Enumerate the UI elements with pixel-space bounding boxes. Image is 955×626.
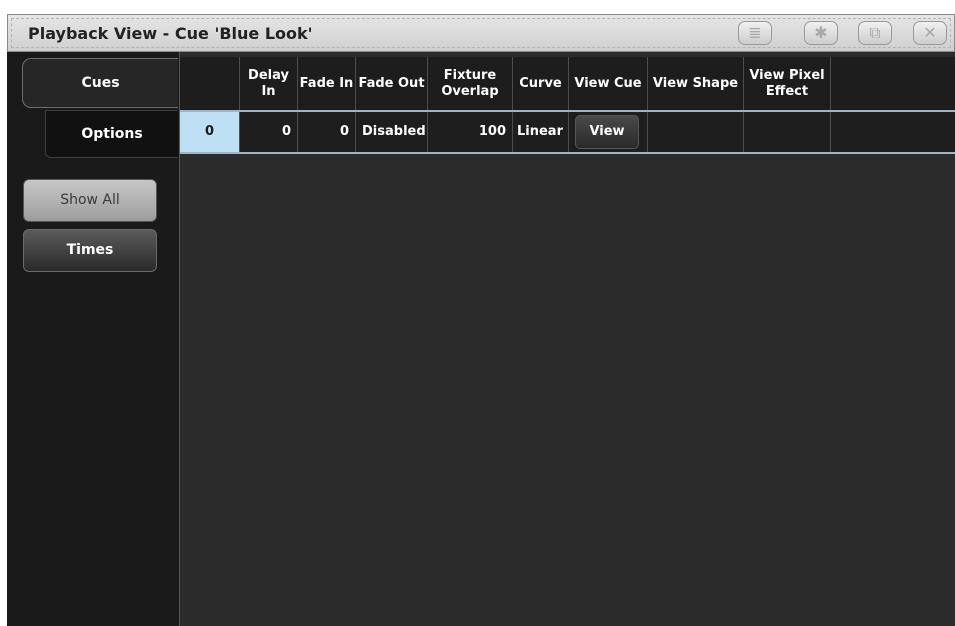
tab-cues[interactable]: Cues [22,58,178,108]
header-fade-in[interactable]: Fade In [298,57,356,110]
header-fade-out[interactable]: Fade Out [356,57,428,110]
header-view-pixel-effect[interactable]: View Pixel Effect [744,57,831,110]
header-fixture-overlap[interactable]: Fixture Overlap [428,57,513,110]
cell-view-shape[interactable] [648,112,744,152]
header-view-cue[interactable]: View Cue [569,57,648,110]
header-empty [831,57,955,110]
close-button[interactable]: ✕ [913,21,947,45]
menu-icon: ≣ [748,23,762,42]
close-icon: ✕ [923,23,937,42]
times-button[interactable]: Times [23,229,157,272]
expand-icon: ⧉ [869,23,881,42]
cell-fade-in[interactable]: 0 [298,112,356,152]
playback-view-window: Playback View - Cue 'Blue Look' ≣ ✱ ⧉ ✕ … [7,14,955,626]
window-title: Playback View - Cue 'Blue Look' [28,24,313,43]
title-bar: Playback View - Cue 'Blue Look' ≣ ✱ ⧉ ✕ [7,14,955,52]
header-delay-in[interactable]: Delay In [240,57,298,110]
row-separator-bottom [180,152,955,154]
header-cue-number[interactable] [180,57,240,110]
settings-button[interactable]: ✱ [804,21,838,45]
cell-cue-number[interactable]: 0 [180,112,240,152]
cell-curve[interactable]: Linear [513,112,569,152]
cell-fixture-overlap[interactable]: 100 [428,112,513,152]
tab-options[interactable]: Options [45,110,178,158]
cell-delay-in[interactable]: 0 [240,112,298,152]
gear-icon: ✱ [814,23,828,42]
cell-fade-out[interactable]: Disabled [356,112,428,152]
header-view-shape[interactable]: View Shape [648,57,744,110]
cell-empty [831,112,955,152]
header-curve[interactable]: Curve [513,57,569,110]
expand-button[interactable]: ⧉ [858,21,892,45]
sidebar: Cues Options Show All Times [7,52,180,626]
menu-button[interactable]: ≣ [738,21,772,45]
view-cue-button[interactable]: View [575,115,639,149]
show-all-button[interactable]: Show All [23,179,157,222]
cue-table: Delay In Fade In Fade Out Fixture Overla… [180,52,955,626]
cell-view-pixel-effect[interactable] [744,112,831,152]
cell-view-cue: View [569,112,648,152]
